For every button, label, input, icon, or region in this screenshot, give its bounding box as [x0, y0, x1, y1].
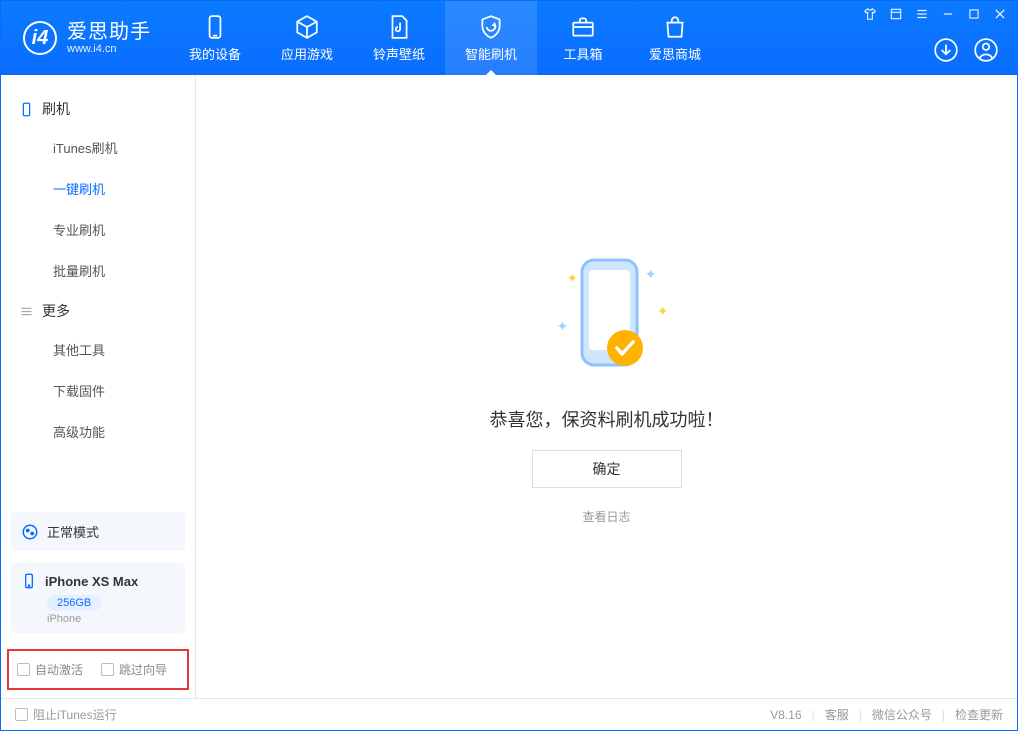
logo-block: i4 爱思助手 www.i4.cn	[1, 1, 169, 75]
version-label: V8.16	[770, 708, 801, 722]
tab-smart-flash[interactable]: 智能刷机	[445, 1, 537, 75]
minimize-icon[interactable]	[941, 7, 955, 21]
sidebar: 刷机 iTunes刷机 一键刷机 专业刷机 批量刷机 更多 其他工具 下载固件 …	[1, 75, 196, 698]
app-window: i4 爱思助手 www.i4.cn 我的设备 应用游戏 铃声壁纸 智能刷机	[0, 0, 1018, 731]
tab-label: 铃声壁纸	[373, 44, 425, 63]
bag-icon	[662, 14, 688, 40]
sidebar-group-more: 更多	[1, 291, 195, 329]
tab-apps-games[interactable]: 应用游戏	[261, 1, 353, 75]
device-panel[interactable]: iPhone XS Max 256GB iPhone	[11, 563, 185, 633]
checkbox-label: 自动激活	[35, 661, 83, 678]
checkbox-label: 阻止iTunes运行	[33, 706, 117, 723]
status-right: V8.16 | 客服 | 微信公众号 | 检查更新	[770, 706, 1003, 723]
tab-label: 应用游戏	[281, 44, 333, 63]
sidebar-item-advanced[interactable]: 高级功能	[1, 411, 195, 452]
user-controls	[933, 37, 999, 63]
list-icon	[19, 304, 34, 319]
window-icon[interactable]	[889, 7, 903, 21]
wechat-link[interactable]: 微信公众号	[872, 706, 932, 723]
checkbox-auto-activate[interactable]: 自动激活	[17, 661, 83, 678]
separator: |	[812, 708, 815, 722]
toolbox-icon	[570, 14, 596, 40]
device-name-row: iPhone XS Max	[21, 573, 175, 589]
phone-icon	[202, 14, 228, 40]
sparkle-icon: ✦	[645, 266, 657, 283]
sidebar-item-other-tools[interactable]: 其他工具	[1, 329, 195, 370]
tab-toolbox[interactable]: 工具箱	[537, 1, 629, 75]
menu-icon[interactable]	[915, 7, 929, 21]
view-log-link[interactable]: 查看日志	[582, 508, 630, 525]
group-label: 更多	[42, 301, 70, 321]
tab-label: 工具箱	[563, 44, 602, 63]
checkbox-skip-guide[interactable]: 跳过向导	[101, 661, 167, 678]
device-capacity: 256GB	[47, 595, 101, 611]
check-update-link[interactable]: 检查更新	[955, 706, 1003, 723]
checkbox-icon	[101, 663, 114, 676]
device-small-icon	[19, 102, 34, 117]
ok-button[interactable]: 确定	[532, 450, 682, 488]
tab-ringtones-wallpapers[interactable]: 铃声壁纸	[353, 1, 445, 75]
sidebar-group-flash: 刷机	[1, 89, 195, 127]
tab-label: 我的设备	[189, 44, 241, 63]
statusbar: 阻止iTunes运行 V8.16 | 客服 | 微信公众号 | 检查更新	[1, 698, 1017, 730]
app-name: 爱思助手	[67, 21, 151, 43]
sparkle-icon: ✦	[557, 318, 569, 335]
logo-icon: i4	[23, 21, 57, 55]
separator: |	[859, 708, 862, 722]
refresh-shield-icon	[478, 14, 504, 40]
group-label: 刷机	[42, 99, 70, 119]
support-link[interactable]: 客服	[825, 706, 849, 723]
top-tabs: 我的设备 应用游戏 铃声壁纸 智能刷机 工具箱 爱思商城	[169, 1, 721, 75]
shirt-icon[interactable]	[863, 7, 877, 21]
titlebar: i4 爱思助手 www.i4.cn 我的设备 应用游戏 铃声壁纸 智能刷机	[1, 1, 1017, 75]
body: 刷机 iTunes刷机 一键刷机 专业刷机 批量刷机 更多 其他工具 下载固件 …	[1, 75, 1017, 698]
highlighted-checkbox-row: 自动激活 跳过向导	[7, 649, 189, 690]
sidebar-item-batch-flash[interactable]: 批量刷机	[1, 250, 195, 291]
mode-panel[interactable]: 正常模式	[11, 512, 185, 551]
user-circle-icon[interactable]	[973, 37, 999, 63]
checkbox-label: 跳过向导	[119, 661, 167, 678]
sidebar-item-download-firmware[interactable]: 下载固件	[1, 370, 195, 411]
checkbox-icon	[15, 708, 28, 721]
device-name: iPhone XS Max	[45, 574, 138, 589]
sparkle-icon: ✦	[567, 270, 579, 287]
sidebar-scroll: 刷机 iTunes刷机 一键刷机 专业刷机 批量刷机 更多 其他工具 下载固件 …	[1, 75, 195, 508]
tab-label: 智能刷机	[465, 44, 517, 63]
sidebar-item-itunes-flash[interactable]: iTunes刷机	[1, 127, 195, 168]
success-illustration: ✦ ✦ ✦ ✦	[527, 248, 687, 388]
main-content: ✦ ✦ ✦ ✦ 恭喜您，保资料刷机成功啦！ 确定 查看日志	[196, 75, 1017, 698]
cube-icon	[294, 14, 320, 40]
separator: |	[942, 708, 945, 722]
device-type: iPhone	[47, 613, 175, 625]
window-controls	[863, 7, 1007, 21]
close-icon[interactable]	[993, 7, 1007, 21]
download-circle-icon[interactable]	[933, 37, 959, 63]
app-url: www.i4.cn	[67, 43, 151, 55]
tab-store[interactable]: 爱思商城	[629, 1, 721, 75]
mode-label: 正常模式	[47, 522, 99, 541]
checkbox-block-itunes[interactable]: 阻止iTunes运行	[15, 706, 117, 723]
checkbox-icon	[17, 663, 30, 676]
tab-my-device[interactable]: 我的设备	[169, 1, 261, 75]
sidebar-item-pro-flash[interactable]: 专业刷机	[1, 209, 195, 250]
success-message: 恭喜您，保资料刷机成功啦！	[490, 406, 724, 432]
mode-icon	[21, 523, 39, 541]
sparkle-icon: ✦	[657, 303, 669, 320]
music-file-icon	[386, 14, 412, 40]
sidebar-item-oneclick-flash[interactable]: 一键刷机	[1, 168, 195, 209]
tab-label: 爱思商城	[649, 44, 701, 63]
device-icon	[21, 573, 37, 589]
logo-text: 爱思助手 www.i4.cn	[67, 21, 151, 55]
maximize-icon[interactable]	[967, 7, 981, 21]
